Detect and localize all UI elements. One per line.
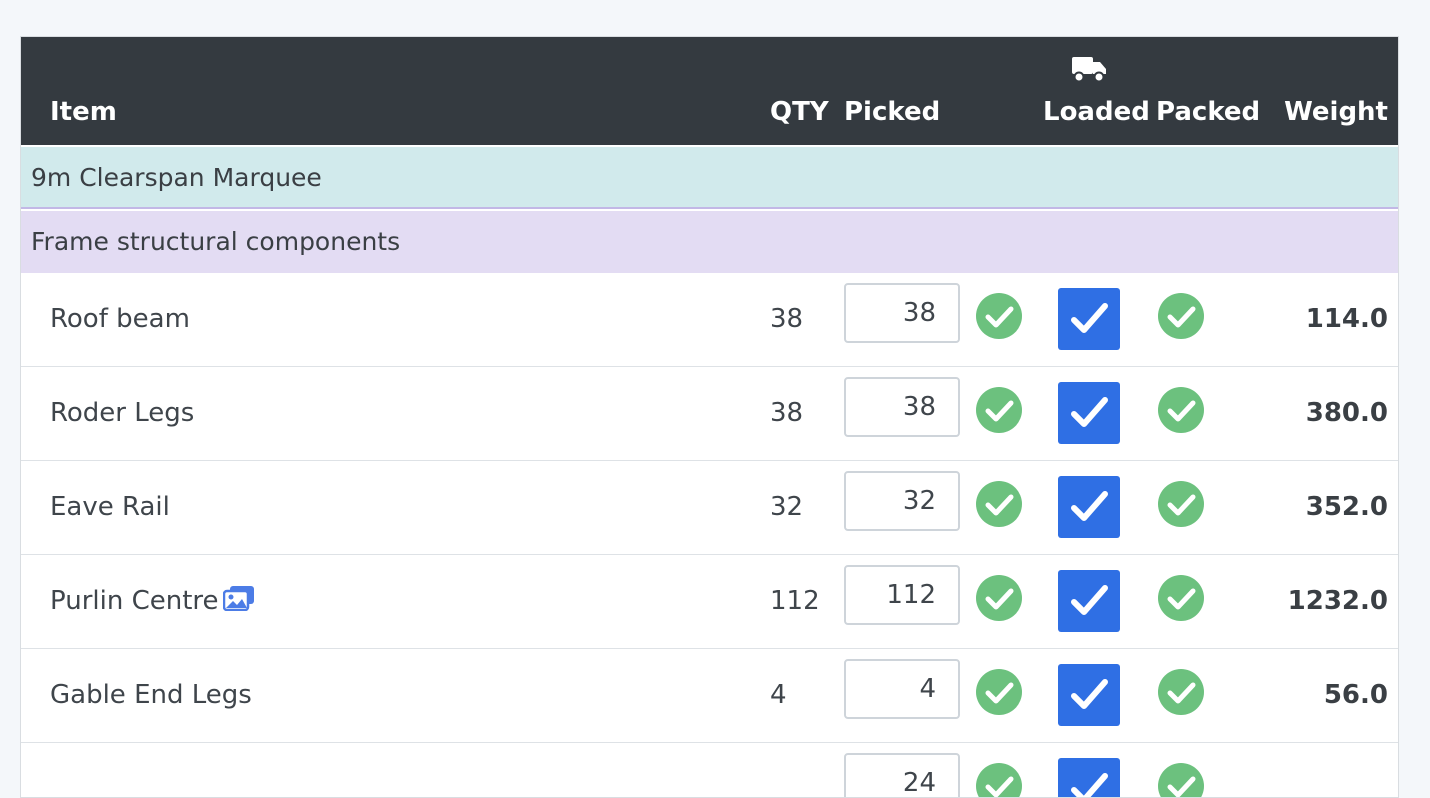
item-name: Eave Rail (50, 489, 170, 525)
loaded-checkbox[interactable] (1058, 758, 1120, 797)
item-label: Purlin Centre (50, 586, 219, 616)
loaded-checkbox[interactable] (1058, 664, 1120, 726)
packed-check-icon (1157, 762, 1205, 797)
packed-check-icon (1157, 386, 1205, 434)
picked-input[interactable]: 38 (844, 283, 960, 343)
header-weight: Weight (1284, 97, 1388, 127)
weight-value: 352.0 (1305, 492, 1388, 522)
truck-icon (1072, 57, 1106, 83)
qty-value: 38 (770, 304, 804, 334)
item-label: Roder Legs (50, 398, 195, 428)
item-name: Gable End Legs (50, 677, 252, 713)
item-label: Gable End Legs (50, 680, 252, 710)
loaded-checkbox[interactable] (1058, 476, 1120, 538)
packed-check-icon (1157, 574, 1205, 622)
table-row: Gable End Legs 4 4 56.0 (21, 649, 1398, 743)
picked-input[interactable]: 112 (844, 565, 960, 625)
packed-check-icon (1157, 668, 1205, 716)
loaded-checkbox[interactable] (1058, 382, 1120, 444)
header-loaded: Loaded (1043, 97, 1150, 127)
packed-check-icon (1157, 292, 1205, 340)
group-row-main: 9m Clearspan Marquee (21, 147, 1398, 209)
picked-check-icon (975, 762, 1023, 797)
picking-table: Item QTY Picked Loaded Packed Weight 9m … (20, 36, 1399, 798)
packed-check-icon (1157, 480, 1205, 528)
table-row: Purlin Centre 112 112 1232.0 (21, 555, 1398, 649)
qty-value: 32 (770, 492, 804, 522)
table-row: Roof beam 38 38 114.0 (21, 273, 1398, 367)
picked-check-icon (975, 292, 1023, 340)
header-qty: QTY (770, 97, 829, 127)
qty-value: 4 (770, 680, 787, 710)
table-header: Item QTY Picked Loaded Packed Weight (21, 37, 1398, 145)
table-row: Roder Legs 38 38 380.0 (21, 367, 1398, 461)
item-name: Purlin Centre (50, 583, 255, 619)
picked-input[interactable]: 38 (844, 377, 960, 437)
weight-value: 114.0 (1305, 304, 1388, 334)
weight-value: 380.0 (1305, 398, 1388, 428)
table-row: 24 (21, 743, 1398, 797)
weight-value: 1232.0 (1287, 586, 1388, 616)
header-picked: Picked (844, 97, 941, 127)
picked-check-icon (975, 480, 1023, 528)
qty-value: 112 (770, 586, 820, 616)
loaded-checkbox[interactable] (1058, 288, 1120, 350)
picked-check-icon (975, 386, 1023, 434)
images-icon[interactable] (222, 585, 255, 612)
header-packed: Packed (1156, 97, 1261, 127)
item-name: Roder Legs (50, 395, 194, 431)
item-name: Roof beam (50, 301, 190, 337)
item-label: Roof beam (50, 304, 190, 334)
table-row: Eave Rail 32 32 352.0 (21, 461, 1398, 555)
group-row-sub: Frame structural components (21, 211, 1398, 273)
qty-value: 38 (770, 398, 804, 428)
picked-check-icon (975, 668, 1023, 716)
picked-check-icon (975, 574, 1023, 622)
header-item: Item (50, 97, 117, 127)
picked-input[interactable]: 32 (844, 471, 960, 531)
loaded-checkbox[interactable] (1058, 570, 1120, 632)
picked-input[interactable]: 4 (844, 659, 960, 719)
item-label: Eave Rail (50, 492, 170, 522)
weight-value: 56.0 (1323, 680, 1388, 710)
